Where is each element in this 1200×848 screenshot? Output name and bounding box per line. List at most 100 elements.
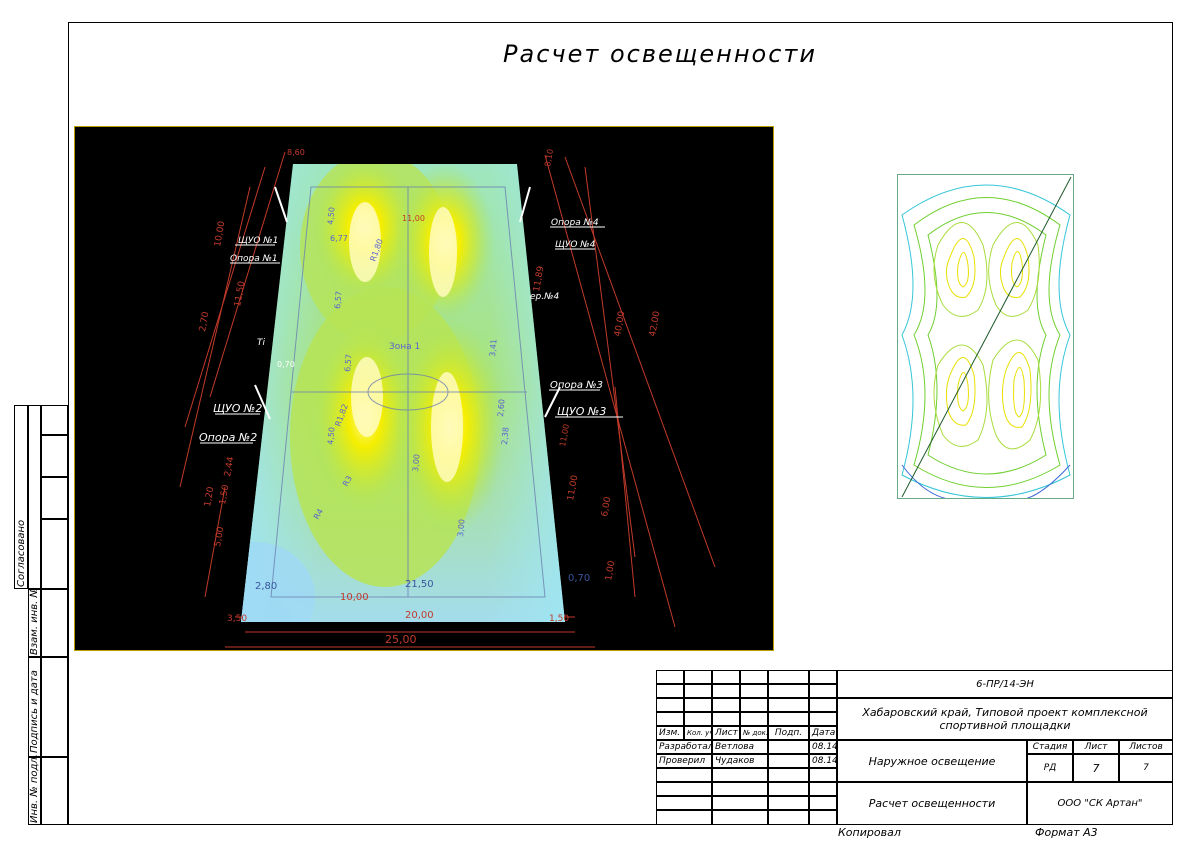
label-shchuo2: ЩУО №2 — [213, 402, 262, 415]
dim-300: 3,00 — [411, 454, 422, 473]
dim-4200: 42,00 — [648, 310, 662, 337]
stamp-cell — [809, 796, 837, 810]
dim-450b: 4,50 — [326, 427, 337, 446]
stamp-cell — [656, 768, 712, 782]
dim-657: 6,57 — [333, 291, 344, 310]
stamp-cell — [740, 712, 768, 726]
stamp-cell — [712, 684, 740, 698]
stamp-cell — [712, 670, 740, 684]
stage-header: Стадия — [1027, 740, 1073, 754]
label-ti: Ti — [257, 338, 265, 348]
stamp-cell — [768, 712, 809, 726]
label-shchuo3: ЩУО №3 — [557, 405, 606, 418]
sheet-value: 7 — [1073, 754, 1119, 782]
stamp-cell — [809, 684, 837, 698]
hdr-kol: Кол. уч — [684, 726, 712, 740]
illuminance-render-svg: ЩУО №1 Опора №1 ЩУО №2 Опора №2 Опора №4… — [179, 148, 716, 648]
dim-bottom-total: 25,00 — [385, 633, 417, 646]
agreed-grid-a — [28, 405, 41, 589]
label-opora2: Опора №2 — [199, 431, 257, 444]
stamp-cell — [656, 782, 712, 796]
stamp-cell — [656, 712, 684, 726]
label-opora3: Опора №3 — [550, 380, 603, 391]
stamp-cell — [684, 684, 712, 698]
stamp-cell — [712, 782, 768, 796]
inv-no-value — [41, 757, 68, 825]
dim-070b: 0,70 — [277, 360, 295, 369]
stamp-cell — [712, 796, 768, 810]
row1-date: 08.14 — [809, 740, 837, 754]
dim-2150: 21,50 — [405, 579, 434, 590]
hdr-list: Лист — [712, 726, 740, 740]
dim-1100c: 11,00 — [402, 214, 425, 223]
inv-no-label: Инв. № подл. — [29, 754, 40, 823]
stamp-cell — [809, 810, 837, 825]
stamp-cell — [768, 684, 809, 698]
stamp-cell — [809, 782, 837, 796]
company-name: ООО "СК Артан" — [1027, 782, 1173, 825]
dim-500: 5,00 — [213, 526, 226, 548]
label-opora4: Опора №4 — [551, 218, 599, 228]
stamp-cell — [768, 796, 809, 810]
agreed-grid-e — [41, 519, 68, 589]
dim-bottom-field: 20,00 — [405, 610, 434, 621]
stamp-cell — [768, 782, 809, 796]
stamp-cell — [768, 768, 809, 782]
title-block: Изм. Кол. уч Лист № док. Подп. Дата Разр… — [656, 670, 1173, 825]
dim-150: 1,50 — [218, 484, 231, 506]
dim-677: 6,77 — [330, 234, 348, 243]
row2-sign — [768, 754, 809, 768]
dim-810: 8,10 — [543, 148, 555, 167]
stamp-cell — [684, 698, 712, 712]
hdr-podp: Подп. — [768, 726, 809, 740]
dim-4000: 40,00 — [613, 310, 627, 337]
stage-value: РД — [1027, 754, 1073, 782]
isoline-svg — [901, 176, 1072, 498]
copied-label: Копировал — [838, 826, 901, 839]
agreed-grid-d — [41, 477, 68, 519]
format-label: Формат А3 — [1035, 826, 1098, 839]
stamp-cell — [809, 670, 837, 684]
label-shchuo4: ЩУО №4 — [555, 240, 596, 250]
label-shchuo1: ЩУО №1 — [238, 236, 278, 246]
stamp-cell — [740, 670, 768, 684]
row2-name: Чудаков — [712, 754, 768, 768]
zone-label: Зона 1 — [389, 342, 420, 352]
stamp-cell — [656, 698, 684, 712]
stamp-cell — [656, 810, 712, 825]
dim-657b: 6,57 — [343, 354, 354, 373]
dim-270: 2,70 — [198, 311, 211, 333]
stamp-cell — [712, 810, 768, 825]
isoline-diagram — [897, 174, 1074, 499]
stamp-cell — [656, 796, 712, 810]
dim-1150: 11,50 — [233, 280, 247, 307]
dim-1100: 11,00 — [566, 474, 580, 501]
label-opora1: Опора №1 — [230, 254, 278, 264]
row1-name: Ветлова — [712, 740, 768, 754]
dim-bottom-right: 1,50 — [549, 614, 569, 624]
dim-bottom-inner: 10,00 — [340, 592, 369, 603]
dim-600: 6,00 — [600, 496, 613, 518]
dim-100: 1,00 — [604, 560, 617, 582]
row2-date: 08.14 — [809, 754, 837, 768]
dim-300b: 3,00 — [456, 519, 467, 538]
sign-date-label: Подпись и дата — [29, 670, 40, 753]
hdr-ndok: № док. — [740, 726, 768, 740]
isolines — [901, 184, 1071, 498]
project-name: Хабаровский край, Типовой проект комплек… — [837, 698, 1173, 740]
agreed-grid-c — [41, 435, 68, 477]
agreed-label: Согласовано — [16, 519, 27, 587]
section-name: Наружное освещение — [837, 740, 1027, 782]
stamp-cell — [768, 810, 809, 825]
stamp-cell — [712, 712, 740, 726]
dim-bottom-left: 3,50 — [227, 614, 247, 624]
dim-1100b: 11,00 — [558, 423, 571, 447]
stamp-cell — [656, 670, 684, 684]
stamp-cell — [684, 712, 712, 726]
sheets-value: 7 — [1119, 754, 1173, 782]
ref-no-label: Взам. инв. № — [29, 587, 40, 655]
stamp-cell — [712, 768, 768, 782]
stamp-cell — [740, 698, 768, 712]
dim-1000: 10,00 — [213, 220, 227, 247]
stamp-cell — [740, 684, 768, 698]
